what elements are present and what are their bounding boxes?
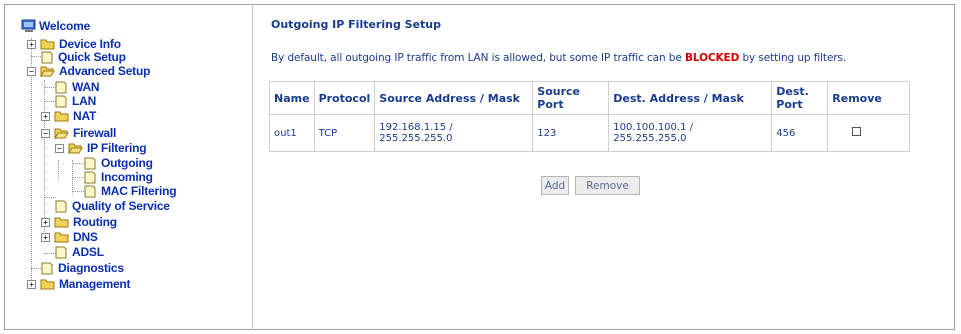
tree-label: ADSL — [72, 245, 104, 259]
col-source-address-header: Source Address / Mask — [374, 81, 534, 115]
tree-item-management[interactable]: Management — [40, 277, 131, 291]
folder-icon — [54, 217, 69, 228]
tree-label: Incoming — [101, 170, 153, 184]
tree-label: Firewall — [73, 126, 117, 140]
tree-item-routing[interactable]: Routing — [54, 215, 117, 229]
tree-item-outgoing[interactable]: Outgoing — [84, 156, 153, 170]
expand-plus-icon[interactable]: + — [27, 40, 36, 49]
tree-label: Routing — [73, 215, 117, 229]
table-header-row: Name Protocol Source Address / Mask Sour… — [269, 81, 910, 115]
page-icon — [55, 200, 67, 212]
cell-source-port: 123 — [532, 114, 610, 152]
tree-item-mac-filtering[interactable]: MAC Filtering — [84, 184, 177, 198]
col-dest-port-header: Dest. Port — [771, 81, 829, 115]
tree-item-adsl[interactable]: ADSL — [55, 245, 104, 259]
tree-label: Management — [59, 277, 131, 291]
expand-plus-icon[interactable]: + — [41, 218, 50, 227]
col-dest-address-header: Dest. Address / Mask — [608, 81, 773, 115]
col-remove-header: Remove — [827, 81, 910, 115]
collapse-minus-icon[interactable]: − — [41, 129, 50, 138]
tree-label: LAN — [72, 94, 97, 108]
tree-label: Quick Setup — [58, 50, 126, 64]
folder-open-icon — [68, 143, 83, 154]
add-button[interactable]: Add — [541, 176, 569, 195]
folder-open-icon — [40, 66, 55, 77]
remove-button[interactable]: Remove — [575, 176, 640, 195]
folder-icon — [54, 111, 69, 122]
page-description: By default, all outgoing IP traffic from… — [271, 52, 846, 64]
tree-label: MAC Filtering — [101, 184, 177, 198]
collapse-minus-icon[interactable]: − — [55, 144, 64, 153]
table-row: out1 TCP 192.168.1.15 / 255.255.255.0 12… — [269, 114, 910, 152]
tree-label: Device Info — [59, 37, 121, 51]
tree-item-device-info[interactable]: Device Info — [40, 37, 121, 51]
page-icon — [41, 262, 53, 274]
tree-label: Diagnostics — [58, 261, 124, 275]
frame-divider — [252, 4, 253, 330]
cell-source-address: 192.168.1.15 / 255.255.255.0 — [374, 114, 534, 152]
tree-label: DNS — [73, 230, 98, 244]
tree-line — [44, 197, 56, 198]
cell-dest-address: 100.100.100.1 / 255.255.255.0 — [608, 114, 773, 152]
col-source-port-header: Source Port — [532, 81, 610, 115]
tree-label: Outgoing — [101, 156, 153, 170]
tree-label: WAN — [72, 80, 100, 94]
tree-line — [58, 160, 59, 180]
folder-open-icon — [54, 128, 69, 139]
page-icon — [84, 171, 96, 183]
tree-item-advanced-setup[interactable]: Advanced Setup — [40, 64, 150, 78]
col-protocol-header: Protocol — [313, 81, 376, 115]
tree-item-lan[interactable]: LAN — [55, 94, 96, 108]
page-icon — [84, 157, 96, 169]
tree-label: Quality of Service — [72, 199, 170, 213]
cell-name: out1 — [269, 114, 315, 152]
remove-checkbox[interactable] — [852, 127, 862, 136]
cell-remove — [827, 114, 910, 152]
description-text: By default, all outgoing IP traffic from… — [271, 52, 685, 64]
tree-line — [44, 80, 45, 240]
tree-label: IP Filtering — [87, 141, 147, 155]
expand-plus-icon[interactable]: + — [41, 233, 50, 242]
page-icon — [41, 51, 53, 63]
blocked-emphasis: BLOCKED — [684, 52, 740, 64]
tree-item-nat[interactable]: NAT — [54, 109, 96, 123]
collapse-minus-icon[interactable]: − — [27, 67, 36, 76]
filter-rules-table: Name Protocol Source Address / Mask Sour… — [269, 81, 910, 152]
tree-label: Welcome — [39, 19, 91, 33]
tree-item-ip-filtering[interactable]: IP Filtering — [68, 141, 147, 155]
page-icon — [84, 185, 96, 197]
col-name-header: Name — [269, 81, 315, 115]
tree-label: NAT — [73, 109, 97, 123]
tree-item-firewall[interactable]: Firewall — [54, 126, 116, 140]
cell-dest-port: 456 — [771, 114, 829, 152]
tree-item-welcome[interactable]: Welcome — [21, 19, 90, 33]
tree-item-quality-of-service[interactable]: Quality of Service — [55, 199, 170, 213]
page-title: Outgoing IP Filtering Setup — [271, 18, 442, 31]
tree-item-incoming[interactable]: Incoming — [84, 170, 153, 184]
folder-icon — [40, 39, 55, 50]
computer-icon — [21, 19, 36, 32]
page-icon — [55, 246, 67, 258]
tree-item-diagnostics[interactable]: Diagnostics — [41, 261, 124, 275]
tree-item-dns[interactable]: DNS — [54, 230, 98, 244]
tree-item-wan[interactable]: WAN — [55, 80, 100, 94]
description-text-end: by setting up filters. — [739, 52, 847, 64]
page-icon — [55, 95, 67, 107]
expand-plus-icon[interactable]: + — [41, 112, 50, 121]
page-icon — [55, 81, 67, 93]
tree-label: Advanced Setup — [59, 64, 151, 78]
folder-icon — [54, 232, 69, 243]
tree-item-quick-setup[interactable]: Quick Setup — [41, 50, 126, 64]
cell-protocol: TCP — [313, 114, 376, 152]
folder-icon — [40, 279, 55, 290]
expand-plus-icon[interactable]: + — [27, 280, 36, 289]
